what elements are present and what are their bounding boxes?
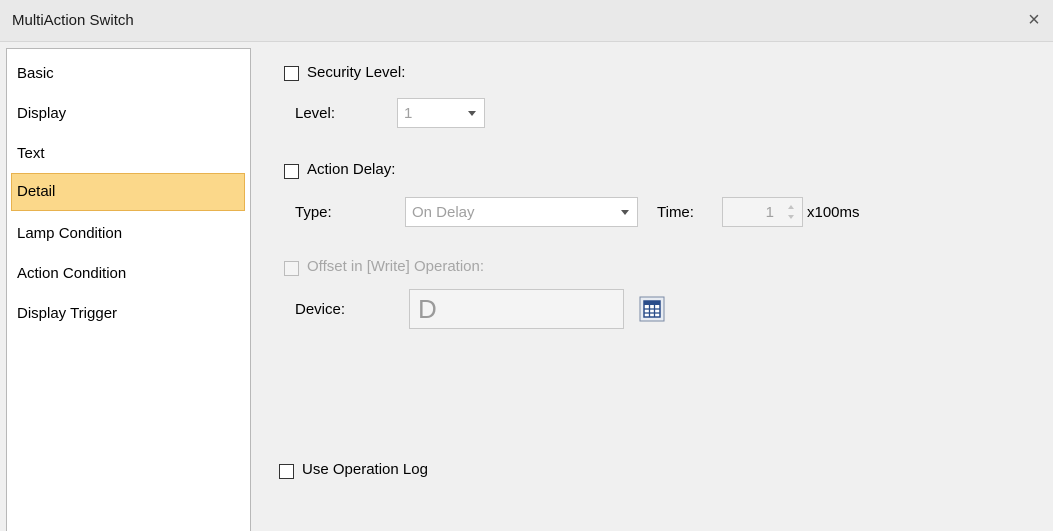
close-button[interactable]: × <box>1021 8 1047 34</box>
type-label: Type: <box>295 204 332 221</box>
time-spinner[interactable]: 1 <box>722 197 803 227</box>
sidebar-item-display[interactable]: Display <box>11 95 245 133</box>
time-unit-label: x100ms <box>807 204 860 221</box>
category-list: Basic Display Text Detail Lamp Condition… <box>6 48 251 531</box>
device-value: D <box>418 294 437 324</box>
delay-type-dropdown[interactable]: On Delay <box>405 197 638 227</box>
level-value: 1 <box>404 105 413 122</box>
delay-type-value: On Delay <box>412 204 475 221</box>
level-dropdown[interactable]: 1 <box>397 98 485 128</box>
time-label: Time: <box>657 204 694 221</box>
sidebar-item-detail[interactable]: Detail <box>11 173 245 211</box>
window-title: MultiAction Switch <box>12 12 134 29</box>
detail-panel: Security Level: Level: 1 Action Delay: T… <box>252 48 1053 531</box>
offset-write-label: Offset in [Write] Operation: <box>307 258 485 275</box>
spin-down-icon[interactable] <box>788 215 794 219</box>
action-delay-checkbox[interactable] <box>284 164 299 179</box>
chevron-down-icon <box>621 210 629 215</box>
tag-browser-icon[interactable] <box>639 296 665 322</box>
security-level-label[interactable]: Security Level: <box>307 64 405 81</box>
sidebar-item-basic[interactable]: Basic <box>11 55 245 93</box>
chevron-down-icon <box>468 111 476 116</box>
security-level-checkbox[interactable] <box>284 66 299 81</box>
device-label: Device: <box>295 301 346 318</box>
device-field[interactable]: D <box>409 289 624 329</box>
level-label: Level: <box>295 105 336 122</box>
action-delay-label[interactable]: Action Delay: <box>307 161 395 178</box>
operation-log-label[interactable]: Use Operation Log <box>302 461 428 478</box>
offset-write-checkbox[interactable] <box>284 261 299 276</box>
spin-up-icon[interactable] <box>788 205 794 209</box>
spinner-buttons <box>782 198 802 226</box>
sidebar-item-lamp-condition[interactable]: Lamp Condition <box>11 215 245 253</box>
sidebar-item-display-trigger[interactable]: Display Trigger <box>11 295 245 333</box>
time-value: 1 <box>765 204 774 221</box>
sidebar-item-text[interactable]: Text <box>11 135 245 173</box>
sidebar-item-action-condition[interactable]: Action Condition <box>11 255 245 293</box>
title-bar: MultiAction Switch × <box>0 0 1053 42</box>
operation-log-checkbox[interactable] <box>279 464 294 479</box>
